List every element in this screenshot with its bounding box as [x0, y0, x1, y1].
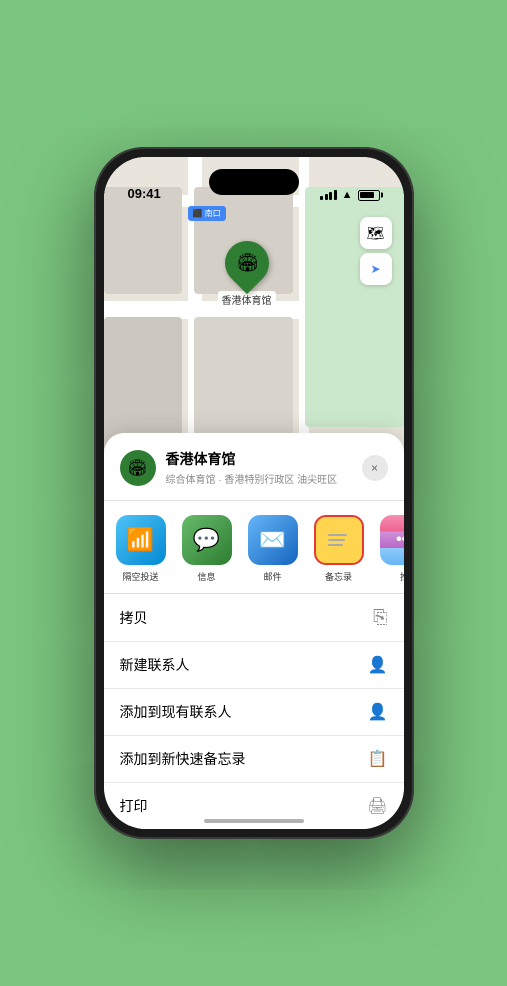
new-contact-label: 新建联系人: [120, 655, 190, 675]
map-controls: 🗺 ➤: [360, 217, 392, 285]
share-item-more[interactable]: ••• 推: [376, 515, 404, 583]
stadium-pin-icon: 🏟: [235, 252, 258, 273]
add-contact-label: 添加到现有联系人: [120, 702, 232, 722]
print-icon: 🖨: [367, 796, 387, 816]
location-name: 香港体育馆: [166, 449, 352, 469]
home-indicator: [204, 819, 304, 823]
mail-label: 邮件: [263, 570, 281, 583]
notes-icon: [314, 515, 364, 565]
new-contact-icon: 👤: [368, 655, 388, 675]
stadium-pin: 🏟: [215, 231, 277, 293]
dynamic-island: [209, 169, 299, 195]
map-layers-button[interactable]: 🗺: [360, 217, 392, 249]
share-item-messages[interactable]: 💬 信息: [178, 515, 236, 583]
location-header: 🏟 香港体育馆 综合体育馆 · 香港特别行政区 油尖旺区 ×: [104, 449, 404, 501]
close-icon: ×: [371, 461, 378, 475]
copy-icon: ⎘: [373, 607, 387, 628]
stadium-marker: 🏟 香港体育馆: [218, 241, 276, 308]
map-block-3: [104, 317, 182, 450]
quick-note-label: 添加到新快速备忘录: [120, 749, 246, 769]
share-item-notes[interactable]: 备忘录: [310, 515, 368, 583]
map-block-4: [194, 317, 293, 450]
map-location-icon: ➤: [370, 262, 380, 276]
status-time: 09:41: [128, 186, 161, 201]
action-list: 拷贝 ⎘ 新建联系人 👤 添加到现有联系人 👤 添加到新快速备忘录 📋 打印: [104, 594, 404, 829]
phone-inner: 09:41 ▲: [104, 157, 404, 829]
venue-emoji: 🏟: [127, 458, 147, 478]
close-button[interactable]: ×: [362, 455, 388, 481]
action-quick-note[interactable]: 添加到新快速备忘录 📋: [104, 736, 404, 783]
phone-frame: 09:41 ▲: [94, 147, 414, 839]
quick-note-icon: 📋: [368, 749, 388, 769]
battery-icon: [358, 190, 380, 201]
action-new-contact[interactable]: 新建联系人 👤: [104, 642, 404, 689]
location-venue-icon: 🏟: [120, 450, 156, 486]
action-copy[interactable]: 拷贝 ⎘: [104, 594, 404, 642]
print-label: 打印: [120, 796, 148, 816]
copy-label: 拷贝: [120, 608, 148, 628]
status-icons: ▲: [320, 189, 379, 201]
wifi-icon: ▲: [342, 189, 353, 201]
add-contact-icon: 👤: [368, 702, 388, 722]
share-item-airdrop[interactable]: 📶 隔空投送: [112, 515, 170, 583]
airdrop-icon: 📶: [116, 515, 166, 565]
messages-icon: 💬: [182, 515, 232, 565]
location-subtitle: 综合体育馆 · 香港特别行政区 油尖旺区: [166, 471, 352, 486]
bottom-sheet: 🏟 香港体育馆 综合体育馆 · 香港特别行政区 油尖旺区 × 📶 隔空投送: [104, 433, 404, 829]
signal-bars-icon: [320, 190, 337, 200]
airdrop-label: 隔空投送: [122, 570, 158, 583]
map-location-button[interactable]: ➤: [360, 253, 392, 285]
share-row: 📶 隔空投送 💬 信息 ✉️ 邮件: [104, 501, 404, 594]
map-layers-icon: 🗺: [367, 225, 385, 242]
messages-label: 信息: [197, 570, 215, 583]
notes-label: 备忘录: [325, 570, 352, 583]
mail-icon: ✉️: [248, 515, 298, 565]
more-icon: •••: [380, 515, 404, 565]
action-add-contact[interactable]: 添加到现有联系人 👤: [104, 689, 404, 736]
share-item-mail[interactable]: ✉️ 邮件: [244, 515, 302, 583]
more-label: 推: [400, 570, 404, 583]
location-info: 香港体育馆 综合体育馆 · 香港特别行政区 油尖旺区: [166, 449, 352, 486]
